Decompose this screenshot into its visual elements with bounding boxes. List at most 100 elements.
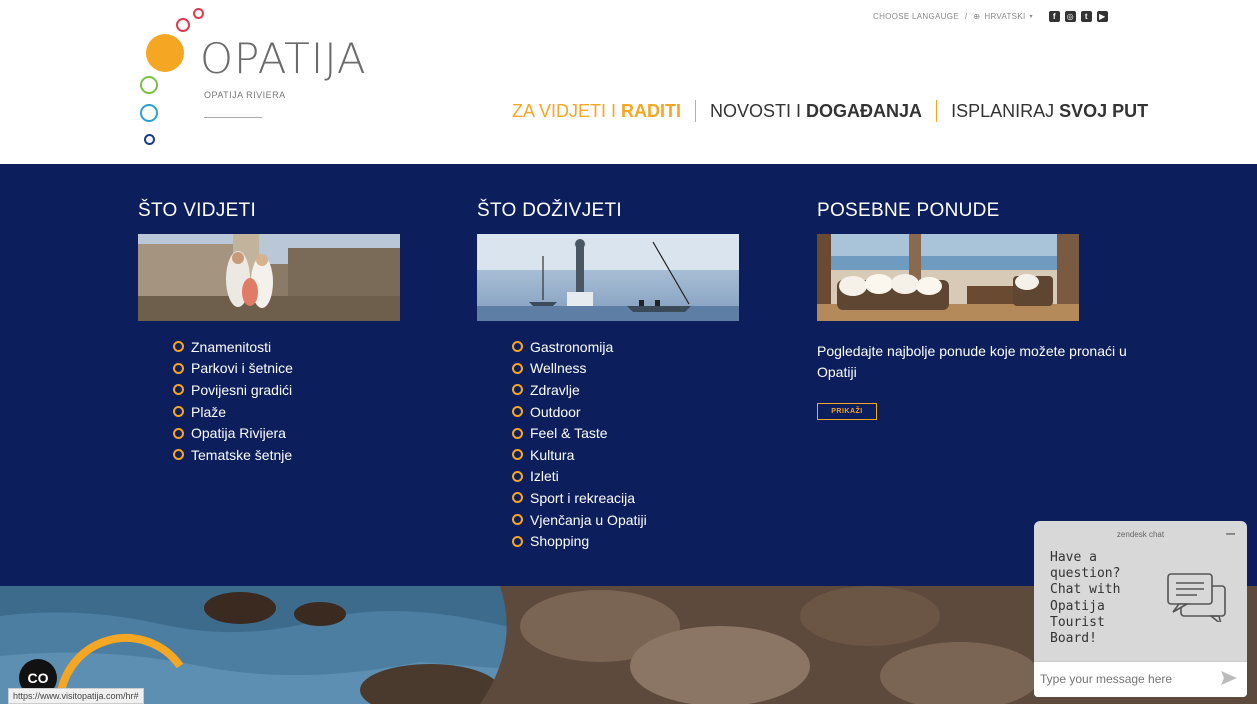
twitter-icon[interactable]: t: [1080, 10, 1092, 22]
topbar-separator: /: [964, 11, 968, 21]
circle-bullet-icon: [512, 427, 523, 439]
circle-bullet-icon: [173, 341, 184, 353]
logo-circle-green: [140, 76, 158, 94]
logo-subtitle: OPATIJA RIVIERA: [204, 90, 286, 100]
list-item-label: Wellness: [530, 360, 587, 377]
circle-bullet-icon: [173, 362, 184, 374]
logo-divider: [204, 117, 262, 118]
list-item-label: Opatija Rivijera: [191, 425, 286, 442]
language-selector[interactable]: HRVATSKI: [984, 12, 1025, 21]
column-title: ŠTO VIDJETI: [138, 200, 257, 221]
list-item[interactable]: Znamenitosti: [173, 336, 293, 358]
circle-bullet-icon: [173, 384, 184, 396]
circle-bullet-icon: [512, 384, 523, 396]
list-item-label: Shopping: [530, 533, 590, 550]
list-item-label: Outdoor: [530, 403, 581, 420]
list-item[interactable]: Wellness: [512, 358, 647, 380]
youtube-icon[interactable]: ▶: [1096, 10, 1108, 22]
circle-bullet-icon: [512, 362, 523, 374]
status-bar-url: https://www.visitopatija.com/hr#: [8, 688, 144, 704]
nav-item-bold: DOGAĐANJA: [806, 100, 923, 121]
zendesk-chat-widget[interactable]: zendesk chat – Have a question? Chat wit…: [1034, 521, 1247, 697]
page: OPATIJA OPATIJA RIVIERA CHOOSE LANGAUGE …: [0, 0, 1257, 704]
logo-brand: OPATIJA: [200, 34, 367, 83]
circle-bullet-icon: [173, 427, 184, 439]
list-item-label: Izleti: [530, 468, 559, 485]
circle-bullet-icon: [512, 514, 523, 526]
nav-item-see-and-do[interactable]: ZA VIDJETI I RADITI: [512, 101, 681, 122]
column-what-to-experience: ŠTO DOŽIVJETI Gastronomija Wellness Zdra…: [477, 200, 777, 549]
nav-item-plan-trip[interactable]: ISPLANIRAJ SVOJ PUT: [951, 101, 1148, 122]
nav-divider: [695, 100, 697, 122]
instagram-icon[interactable]: ◎: [1064, 10, 1076, 22]
list-item-label: Znamenitosti: [191, 338, 272, 355]
chat-input-area: [1034, 661, 1247, 697]
list-item-label: Vjenčanja u Opatiji: [530, 511, 647, 528]
list-item-label: Zdravlje: [530, 381, 580, 398]
list-item[interactable]: Zdravlje: [512, 379, 647, 401]
list-item-label: Tematske šetnje: [191, 446, 293, 463]
nav-item-news-events[interactable]: NOVOSTI I DOGAĐANJA: [710, 101, 922, 122]
list-item[interactable]: Feel & Taste: [512, 422, 647, 444]
circle-bullet-icon: [512, 406, 523, 418]
list-item-label: Kultura: [530, 446, 575, 463]
list-item-label: Plaže: [191, 403, 227, 420]
list-item[interactable]: Povijesni gradići: [173, 379, 293, 401]
list-item[interactable]: Tematske šetnje: [173, 444, 293, 466]
minimize-chat-button[interactable]: –: [1226, 525, 1235, 543]
chat-bubbles-icon: [1167, 572, 1229, 627]
list-item[interactable]: Outdoor: [512, 401, 647, 423]
logo-circle-red-small: [193, 8, 204, 19]
list-item[interactable]: Vjenčanja u Opatiji: [512, 509, 647, 531]
list-item[interactable]: Izleti: [512, 466, 647, 488]
what-to-experience-image[interactable]: [477, 234, 739, 321]
chat-greeting: Have a question? Chat with Opatija Touri…: [1050, 550, 1121, 647]
nav-item-bold: RADITI: [621, 100, 682, 121]
circle-bullet-icon: [512, 341, 523, 353]
what-to-see-image[interactable]: [138, 234, 400, 321]
column-special-offers: POSEBNE PONUDE Pogledajte najbolje ponud…: [817, 200, 1177, 420]
list-item[interactable]: Opatija Rivijera: [173, 422, 293, 444]
column-title: POSEBNE PONUDE: [817, 200, 1000, 221]
nav-item-light: ISPLANIRAJ: [951, 100, 1055, 121]
special-offers-image[interactable]: [817, 234, 1079, 321]
main-navigation: ZA VIDJETI I RADITI NOVOSTI I DOGAĐANJA …: [512, 98, 1148, 124]
logo-circle-blue: [140, 104, 158, 122]
circle-bullet-icon: [512, 470, 523, 482]
chat-message-input[interactable]: [1034, 662, 1204, 696]
opatija-logo[interactable]: OPATIJA OPATIJA RIVIERA: [136, 4, 376, 154]
list-item[interactable]: Kultura: [512, 444, 647, 466]
list-item[interactable]: Plaže: [173, 401, 293, 423]
circle-bullet-icon: [512, 449, 523, 461]
list-item-label: Parkovi i šetnice: [191, 360, 293, 377]
list-item[interactable]: Parkovi i šetnice: [173, 358, 293, 380]
logo-circle-orange: [146, 34, 184, 72]
nav-item-light: ZA VIDJETI I: [512, 100, 617, 121]
list-item[interactable]: Shopping: [512, 530, 647, 552]
circle-bullet-icon: [173, 449, 184, 461]
top-bar: CHOOSE LANGAUGE / ⊕ HRVATSKI ▾ f ◎ t ▶: [873, 8, 1108, 24]
special-offers-text: Pogledajte najbolje ponude koje možete p…: [817, 343, 1127, 380]
list-item[interactable]: Gastronomija: [512, 336, 647, 358]
nav-item-light: NOVOSTI I: [710, 100, 802, 121]
column-title: ŠTO DOŽIVJETI: [477, 200, 623, 221]
chat-header: zendesk chat: [1116, 530, 1165, 539]
chevron-down-icon: ▾: [1029, 13, 1033, 20]
list-item-label: Gastronomija: [530, 338, 614, 355]
choose-language-label: CHOOSE LANGAUGE: [873, 11, 959, 21]
list-item[interactable]: Sport i rekreacija: [512, 487, 647, 509]
logo-circle-navy: [144, 134, 155, 145]
list-item-label: Sport i rekreacija: [530, 489, 636, 506]
nav-item-bold: SVOJ PUT: [1059, 100, 1149, 121]
facebook-icon[interactable]: f: [1048, 10, 1060, 22]
send-icon[interactable]: [1221, 671, 1237, 690]
circle-bullet-icon: [512, 535, 523, 547]
globe-icon: ⊕: [973, 11, 981, 21]
logo-circle-red: [176, 18, 190, 32]
list-item-label: Feel & Taste: [530, 425, 608, 442]
what-to-experience-list: Gastronomija Wellness Zdravlje Outdoor F…: [512, 336, 647, 552]
nav-divider: [936, 100, 938, 122]
what-to-see-list: Znamenitosti Parkovi i šetnice Povijesni…: [173, 336, 293, 466]
column-what-to-see: ŠTO VIDJETI Znamenitosti Parkovi i šetni…: [138, 200, 438, 463]
show-offers-button[interactable]: PRIKAŽI: [817, 403, 877, 420]
